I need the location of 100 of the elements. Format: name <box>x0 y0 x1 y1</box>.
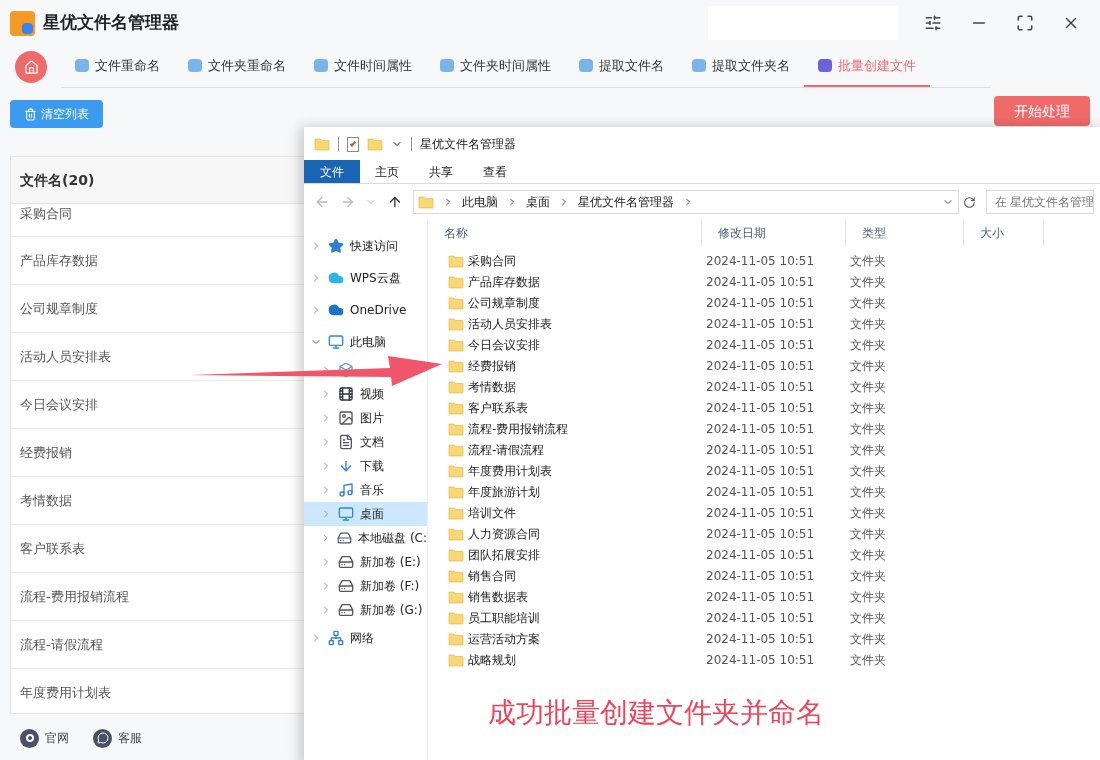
file-row[interactable]: 年度旅游计划 2024-11-05 10:51 文件夹 <box>428 481 1100 502</box>
tab[interactable]: 文件夹时间属性 <box>426 46 565 87</box>
file-type: 文件夹 <box>849 630 887 648</box>
file-type: 文件夹 <box>849 546 887 564</box>
file-row[interactable]: 采购合同 2024-11-05 10:51 文件夹 <box>428 250 1100 271</box>
file-date: 2024-11-05 10:51 <box>705 567 816 585</box>
file-row[interactable]: 销售数据表 2024-11-05 10:51 文件夹 <box>428 586 1100 607</box>
up-icon[interactable] <box>387 194 403 210</box>
nav-item[interactable]: 下载 <box>304 454 427 478</box>
file-type: 文件夹 <box>849 294 887 312</box>
file-row[interactable]: 流程-请假流程 2024-11-05 10:51 文件夹 <box>428 439 1100 460</box>
file-name: 产品库存数据 <box>468 273 540 291</box>
address-bar[interactable]: 此电脑 桌面 星优文件名管理器 <box>412 190 959 214</box>
ribbon-tab[interactable]: 查看 <box>468 160 522 183</box>
image-icon <box>338 410 354 426</box>
nav-item[interactable]: OneDrive <box>304 298 427 322</box>
file-row[interactable]: 运营活动方案 2024-11-05 10:51 文件夹 <box>428 628 1100 649</box>
column-header[interactable]: 大小 <box>964 220 1044 246</box>
column-header[interactable]: 修改日期 <box>702 220 846 246</box>
folder-icon <box>448 399 464 416</box>
checklist-icon[interactable] <box>347 136 359 152</box>
file-name: 年度旅游计划 <box>468 483 540 501</box>
file-row[interactable]: 人力资源合同 2024-11-05 10:51 文件夹 <box>428 523 1100 544</box>
file-row[interactable]: 客户联系表 2024-11-05 10:51 文件夹 <box>428 397 1100 418</box>
file-type: 文件夹 <box>849 378 887 396</box>
folder-icon <box>448 504 464 521</box>
file-type: 文件夹 <box>849 357 887 375</box>
folder-icon <box>448 462 464 479</box>
nav-item[interactable]: 文档 <box>304 430 427 454</box>
home-button[interactable] <box>15 51 47 83</box>
tab[interactable]: 提取文件名 <box>565 46 678 87</box>
file-type: 文件夹 <box>849 252 887 270</box>
file-type: 文件夹 <box>849 315 887 333</box>
file-date: 2024-11-05 10:51 <box>705 651 816 669</box>
breadcrumb[interactable]: 星优文件名管理器 <box>577 193 674 211</box>
nav-item[interactable]: 快速访问 <box>304 234 427 258</box>
file-date: 2024-11-05 10:51 <box>705 252 816 270</box>
nav-item[interactable]: 新加卷 (G:) <box>304 598 427 622</box>
tab-icon <box>440 59 454 72</box>
file-type: 文件夹 <box>849 462 887 480</box>
download-icon <box>338 458 354 474</box>
drive-icon <box>338 554 354 570</box>
folder-icon <box>448 420 464 437</box>
nav-item[interactable]: 新加卷 (F:) <box>304 574 427 598</box>
settings-icon[interactable] <box>924 14 942 32</box>
nav-item[interactable]: 视频 <box>304 382 427 406</box>
nav-item[interactable]: 音乐 <box>304 478 427 502</box>
column-header[interactable]: 名称 <box>428 220 702 246</box>
film-icon <box>338 386 354 402</box>
tab[interactable]: 文件时间属性 <box>300 46 426 87</box>
nav-item[interactable]: 本地磁盘 (C: <box>304 526 427 550</box>
file-row[interactable]: 经费报销 2024-11-05 10:51 文件夹 <box>428 355 1100 376</box>
back-icon[interactable] <box>314 194 330 210</box>
file-row[interactable]: 销售合同 2024-11-05 10:51 文件夹 <box>428 565 1100 586</box>
file-date: 2024-11-05 10:51 <box>705 609 816 627</box>
footer-link[interactable]: 客服 <box>93 728 142 748</box>
tab[interactable]: 文件夹重命名 <box>174 46 300 87</box>
explorer-title: 星优文件名管理器 <box>420 136 516 153</box>
nav-item[interactable]: 网络 <box>304 626 427 650</box>
file-type: 文件夹 <box>849 651 887 669</box>
table-cell-text: 客户联系表 <box>20 539 85 558</box>
file-row[interactable]: 今日会议安排 2024-11-05 10:51 文件夹 <box>428 334 1100 355</box>
tab[interactable]: 文件重命名 <box>61 46 174 87</box>
file-row[interactable]: 年度费用计划表 2024-11-05 10:51 文件夹 <box>428 460 1100 481</box>
file-type: 文件夹 <box>849 567 887 585</box>
nav-item[interactable]: 图片 <box>304 406 427 430</box>
file-row[interactable]: 公司规章制度 2024-11-05 10:51 文件夹 <box>428 292 1100 313</box>
footer-link[interactable]: 官网 <box>20 728 69 748</box>
file-name: 培训文件 <box>468 504 516 522</box>
table-cell-text: 今日会议安排 <box>20 395 98 414</box>
app-logo-icon <box>10 10 35 36</box>
breadcrumb[interactable]: 桌面 <box>525 193 550 211</box>
table-cell-text: 活动人员安排表 <box>20 347 111 366</box>
nav-item[interactable]: WPS云盘 <box>304 266 427 290</box>
file-row[interactable]: 培训文件 2024-11-05 10:51 文件夹 <box>428 502 1100 523</box>
table-cell-text: 考情数据 <box>20 491 72 510</box>
file-row[interactable]: 员工职能培训 2024-11-05 10:51 文件夹 <box>428 607 1100 628</box>
breadcrumb[interactable]: 此电脑 <box>461 193 498 211</box>
ribbon-tab[interactable]: 共享 <box>414 160 468 183</box>
table-cell-text: 公司规章制度 <box>20 299 98 318</box>
ribbon-tab[interactable]: 文件 <box>304 160 360 183</box>
file-date: 2024-11-05 10:51 <box>705 483 816 501</box>
nav-item[interactable]: 桌面 <box>304 502 427 526</box>
nav-item[interactable]: 此电脑 <box>304 330 427 354</box>
file-row[interactable]: 流程-费用报销流程 2024-11-05 10:51 文件夹 <box>428 418 1100 439</box>
trash-icon <box>24 107 37 121</box>
refresh-icon[interactable] <box>962 195 976 209</box>
table-cell-text: 采购合同 <box>20 205 72 223</box>
file-type: 文件夹 <box>849 420 887 438</box>
document-icon <box>338 434 354 450</box>
file-row[interactable]: 产品库存数据 2024-11-05 10:51 文件夹 <box>428 271 1100 292</box>
file-row[interactable]: 战略规划 2024-11-05 10:51 文件夹 <box>428 649 1100 670</box>
file-row[interactable]: 活动人员安排表 2024-11-05 10:51 文件夹 <box>428 313 1100 334</box>
maximize-icon[interactable] <box>1016 14 1034 32</box>
nav-item[interactable]: 新加卷 (E:) <box>304 550 427 574</box>
file-row[interactable]: 考情数据 2024-11-05 10:51 文件夹 <box>428 376 1100 397</box>
file-row[interactable]: 团队拓展安排 2024-11-05 10:51 文件夹 <box>428 544 1100 565</box>
tab[interactable]: 提取文件夹名 <box>678 46 804 87</box>
file-date: 2024-11-05 10:51 <box>705 357 816 375</box>
column-header[interactable]: 类型 <box>846 220 964 246</box>
